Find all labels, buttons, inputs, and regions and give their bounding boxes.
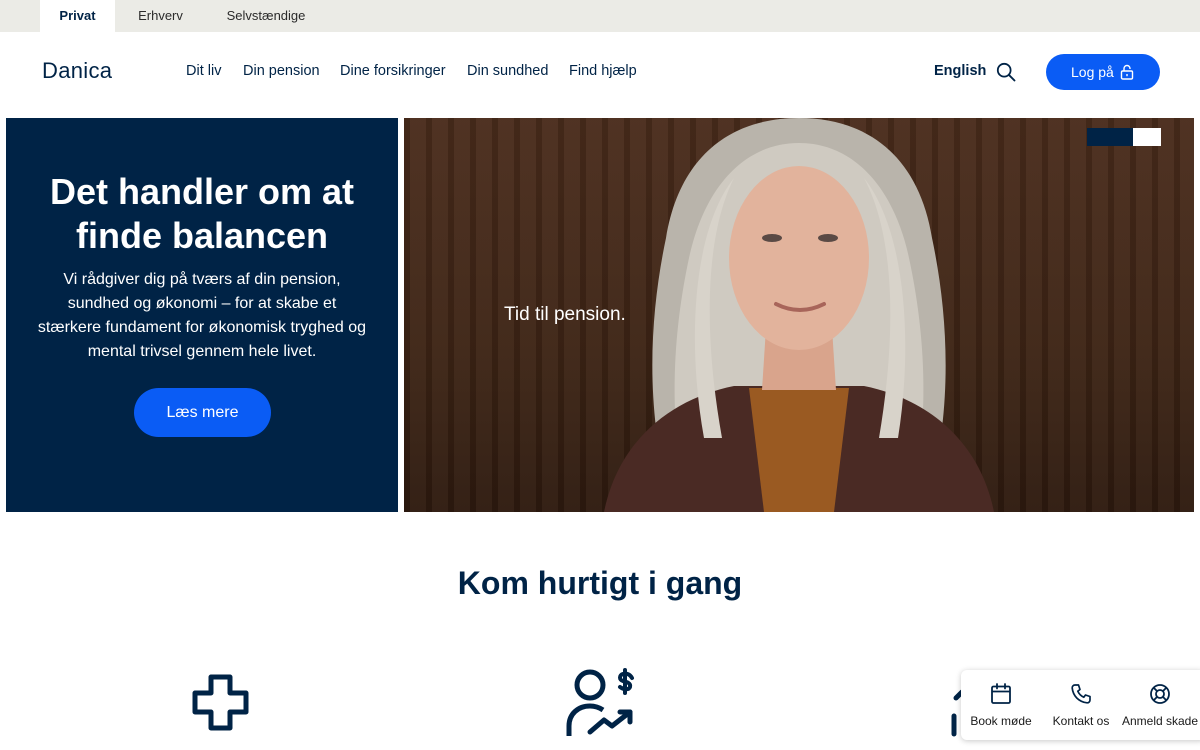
floating-action-bar: Book møde Kontakt os Anmeld skade: [961, 670, 1200, 740]
lifebuoy-icon: [1150, 684, 1170, 704]
hero-card: Det handler om at finde balancen Vi rådg…: [6, 118, 398, 512]
person-money-growth-icon[interactable]: [566, 668, 636, 738]
hero-text: Vi rådgiver dig på tværs af din pension,…: [37, 271, 367, 360]
login-button[interactable]: Log på: [1046, 54, 1160, 90]
nav-item-dit-liv[interactable]: Dit liv: [186, 63, 221, 79]
calendar-icon: [991, 683, 1011, 704]
danica-logo[interactable]: Danica: [42, 58, 112, 84]
unlocked-lock-icon: [1120, 64, 1134, 80]
language-switch[interactable]: English: [934, 63, 986, 79]
hero-image-caption: Tid til pension.: [504, 304, 626, 325]
book-meeting-button[interactable]: Book møde: [961, 670, 1041, 740]
quick-start-title: Kom hurtigt i gang: [457, 565, 743, 601]
report-claim-label: Anmeld skade: [1121, 714, 1199, 728]
slide-indicator-active[interactable]: [1087, 128, 1133, 146]
report-claim-button[interactable]: Anmeld skade: [1120, 670, 1200, 740]
login-label: Log på: [1071, 64, 1114, 80]
hero-image: Tid til pension.: [404, 118, 1194, 512]
main-header: Danica Dit liv Din pension Dine forsikri…: [0, 32, 1200, 118]
segment-tab-privat[interactable]: Privat: [40, 0, 115, 32]
hero-title: Det handler om at finde balancen: [49, 171, 355, 256]
segment-tab-erhverv[interactable]: Erhverv: [122, 0, 199, 32]
contact-us-button[interactable]: Kontakt os: [1041, 670, 1121, 740]
read-more-button[interactable]: Læs mere: [134, 388, 271, 437]
segment-tab-selvstaendige[interactable]: Selvstændige: [214, 0, 318, 32]
search-icon[interactable]: [996, 62, 1016, 82]
nav-item-din-pension[interactable]: Din pension: [243, 63, 320, 79]
health-cross-icon[interactable]: [192, 674, 249, 731]
slide-indicator-inactive[interactable]: [1133, 128, 1161, 146]
segment-bar: Privat Erhverv Selvstændige: [0, 0, 1200, 32]
nav-item-find-hjaelp[interactable]: Find hjælp: [569, 63, 637, 79]
contact-us-label: Kontakt os: [1052, 714, 1110, 728]
slide-indicator: [1087, 128, 1161, 146]
phone-icon: [1071, 684, 1091, 704]
nav-item-dine-forsikringer[interactable]: Dine forsikringer: [340, 63, 446, 79]
nav-item-din-sundhed[interactable]: Din sundhed: [467, 63, 548, 79]
book-meeting-label: Book møde: [970, 714, 1032, 728]
